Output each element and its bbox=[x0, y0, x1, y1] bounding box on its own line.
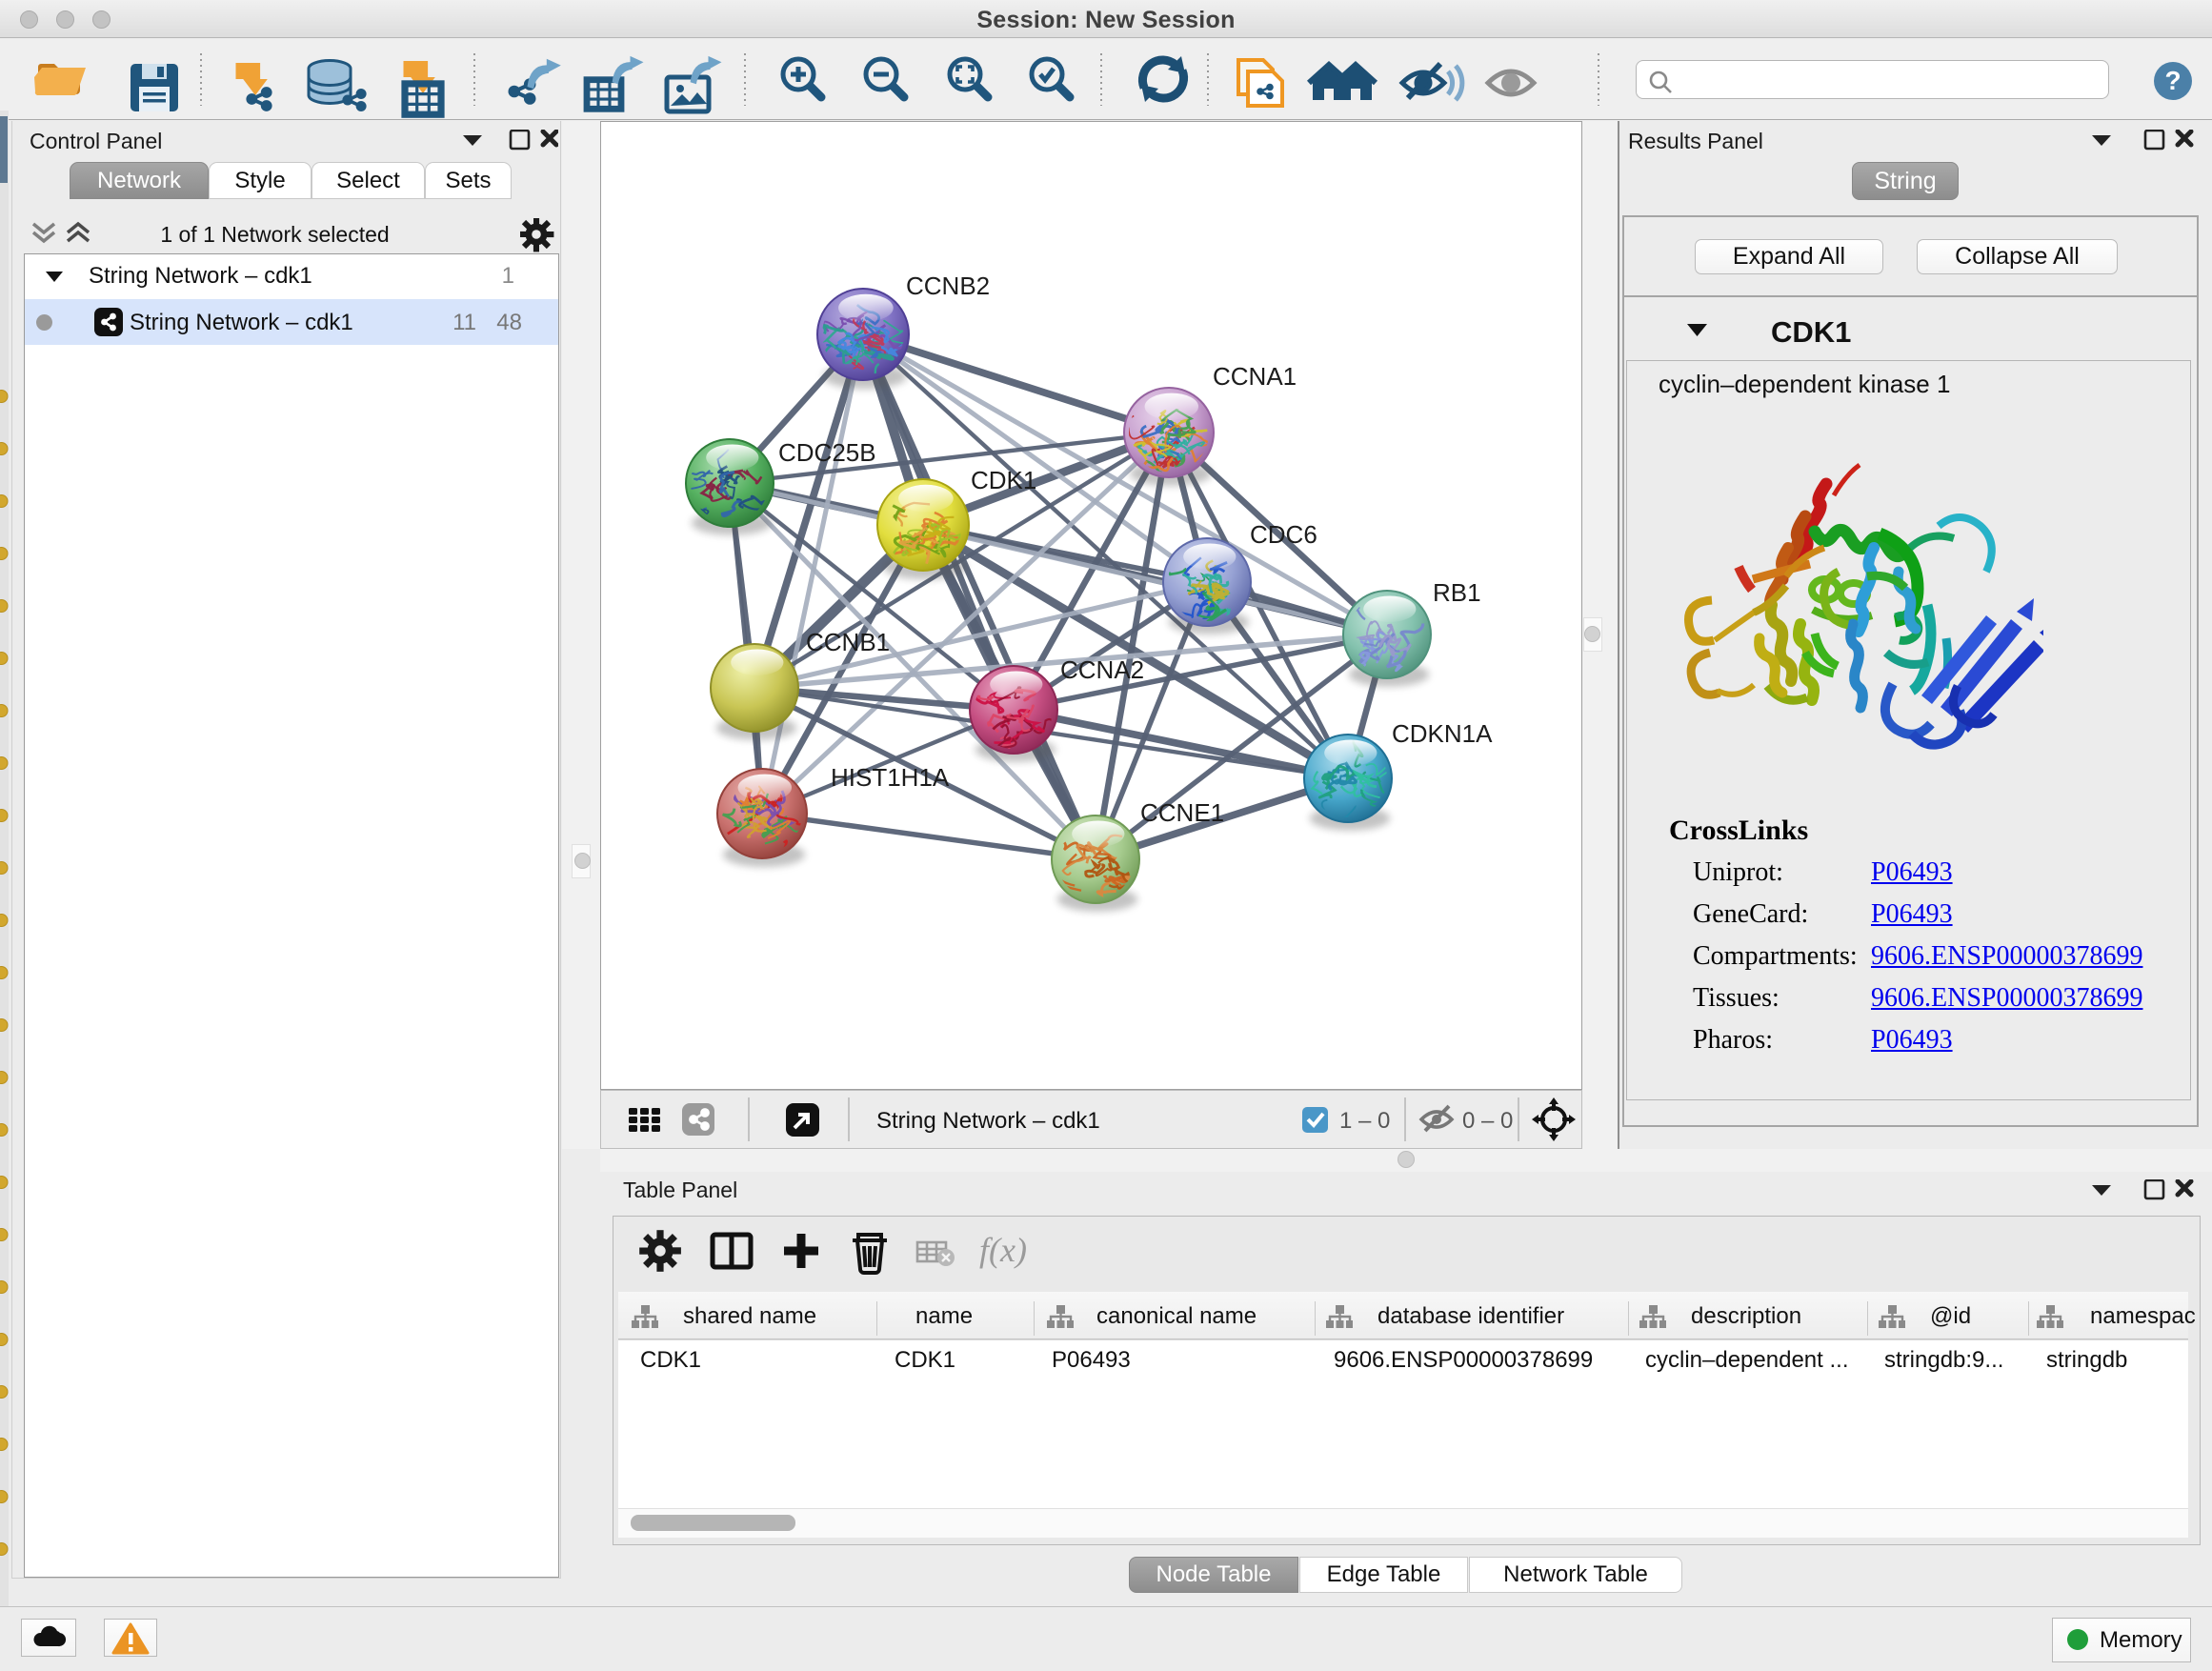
svg-text:f(x): f(x) bbox=[979, 1231, 1027, 1269]
svg-text:CCNE1: CCNE1 bbox=[1140, 798, 1224, 827]
svg-text:CDC6: CDC6 bbox=[1250, 520, 1317, 549]
svg-text:RB1: RB1 bbox=[1433, 578, 1481, 607]
svg-text:CDKN1A: CDKN1A bbox=[1392, 719, 1493, 748]
svg-text:1 – 0: 1 – 0 bbox=[1339, 1108, 1390, 1134]
svg-text:CCNA2: CCNA2 bbox=[1060, 655, 1144, 684]
svg-text:String Network – cdk1: String Network – cdk1 bbox=[876, 1108, 1100, 1134]
svg-text:CCNB1: CCNB1 bbox=[806, 628, 890, 656]
svg-text:CDK1: CDK1 bbox=[971, 466, 1036, 494]
svg-text:CCNB2: CCNB2 bbox=[906, 272, 990, 300]
svg-text:CDC25B: CDC25B bbox=[778, 438, 876, 467]
svg-text:CCNA1: CCNA1 bbox=[1213, 362, 1297, 391]
svg-text:HIST1H1A: HIST1H1A bbox=[831, 763, 950, 792]
svg-text:0 – 0: 0 – 0 bbox=[1462, 1108, 1513, 1134]
